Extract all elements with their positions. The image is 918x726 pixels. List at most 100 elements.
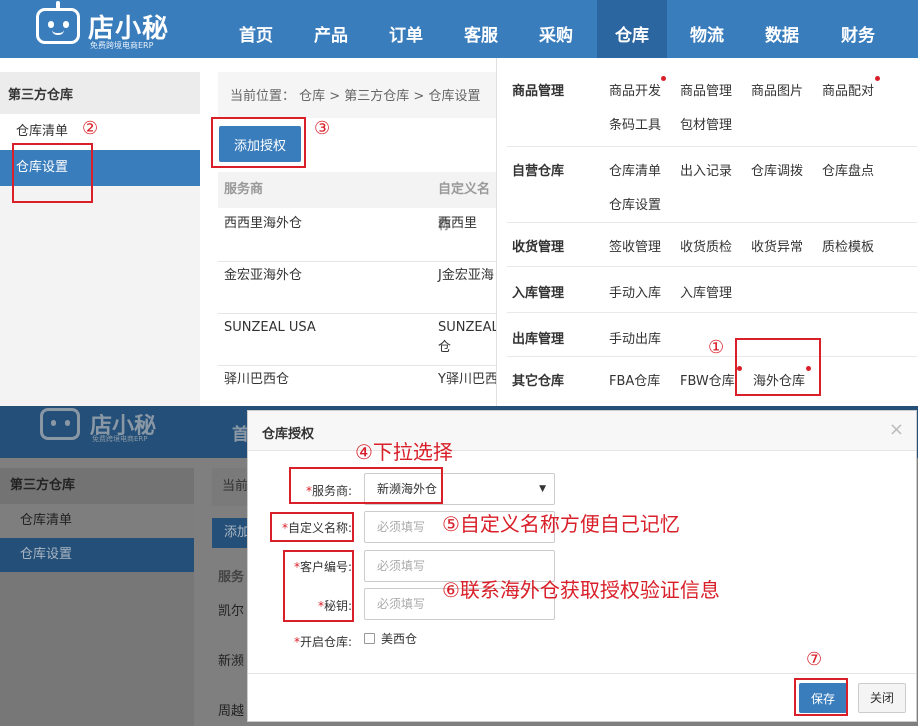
menu-item[interactable]: 商品图片: [751, 80, 803, 99]
highlight-box: [735, 338, 821, 396]
table-cell-partial: 新濒: [218, 654, 245, 669]
warehouse-dropdown-menu: 商品管理 商品开发 商品管理 商品图片 商品配对 条码工具 包材管理 自营仓库 …: [496, 58, 918, 406]
menu-item[interactable]: 仓库设置: [609, 194, 661, 213]
enable-warehouse-label: *开启仓库:: [293, 635, 352, 649]
menu-section-own-warehouse: 自营仓库: [512, 164, 565, 179]
table-cell: SUNZEAL: [438, 320, 499, 335]
annotation-step-5: ⑤自定义名称方便自己记忆: [442, 512, 680, 536]
robot-logo-icon[interactable]: [36, 1, 80, 44]
menu-item[interactable]: 出入记录: [680, 160, 732, 179]
annotation-step-2: ②: [82, 118, 99, 139]
menu-item[interactable]: 商品开发: [609, 80, 661, 99]
row-divider: [218, 365, 498, 366]
annotation-step-4: ④下拉选择: [355, 440, 453, 464]
menu-item[interactable]: 质检模板: [822, 236, 874, 255]
us-west-warehouse-checkbox[interactable]: [364, 633, 375, 644]
row-divider: [218, 313, 498, 314]
menu-section-other-warehouse: 其它仓库: [512, 374, 565, 389]
annotation-step-7: ⑦: [806, 649, 823, 670]
nav-purchase[interactable]: 采购: [526, 0, 586, 58]
table-header-partial: 服务: [218, 570, 245, 585]
logo-eye: [48, 21, 54, 28]
sidebar-item-warehouse-settings: 仓库设置: [0, 538, 194, 572]
menu-item[interactable]: 仓库清单: [609, 160, 661, 179]
menu-item[interactable]: 签收管理: [609, 236, 661, 255]
highlight-box: [12, 143, 93, 203]
logo-subtitle: 免费跨境电商ERP: [90, 41, 154, 50]
table-cell-partial: 凯尔: [218, 604, 245, 619]
annotation-step-1: ①: [708, 337, 725, 358]
menu-divider: [507, 266, 917, 267]
menu-divider: [507, 222, 917, 223]
red-dot-icon: [875, 76, 880, 81]
menu-section-inbound: 入库管理: [512, 286, 565, 301]
menu-section-receiving: 收货管理: [512, 240, 565, 255]
logo-eye: [63, 21, 69, 28]
red-dot-icon: [661, 76, 666, 81]
highlight-box: [289, 467, 443, 504]
close-icon[interactable]: ×: [889, 419, 904, 440]
sidebar: 第三方仓库 仓库清单 仓库设置: [0, 72, 200, 406]
logo-subtitle: 免费跨境电商ERP: [92, 435, 148, 443]
sidebar-title: 第三方仓库: [0, 468, 194, 504]
nav-products[interactable]: 产品: [301, 0, 361, 58]
table-cell: SUNZEAL USA: [224, 320, 316, 335]
table-cell: 驿川巴西仓: [224, 372, 290, 387]
close-button[interactable]: 关闭: [858, 683, 906, 713]
menu-item[interactable]: 条码工具: [609, 114, 661, 133]
menu-item[interactable]: 手动出库: [609, 328, 661, 347]
table-cell: 西西里海外仓: [224, 216, 303, 231]
menu-item[interactable]: 入库管理: [680, 282, 732, 301]
highlight-box: [270, 512, 354, 542]
nav-data[interactable]: 数据: [752, 0, 812, 58]
provider-table: 服务商 自定义名称 西西里海外仓 西西里 金宏亚海外仓 J金宏亚海 SUNZEA…: [218, 172, 499, 406]
menu-item[interactable]: 商品配对: [822, 80, 874, 99]
breadcrumb-partial: 当前: [212, 468, 252, 506]
menu-item[interactable]: 仓库调拨: [751, 160, 803, 179]
breadcrumb: 当前位置： 仓库 > 第三方仓库 > 仓库设置: [218, 72, 498, 118]
column-custom-name: 自定义名称: [438, 182, 491, 233]
menu-item[interactable]: 仓库盘点: [822, 160, 874, 179]
modal-footer-divider: [248, 673, 916, 674]
highlight-box: [283, 550, 354, 622]
robot-logo-icon: [40, 408, 80, 440]
menu-section-products: 商品管理: [512, 84, 565, 99]
menu-item[interactable]: FBW仓库: [680, 370, 735, 389]
sidebar-item-warehouse-list: 仓库清单: [0, 504, 194, 538]
table-cell: J金宏亚海: [438, 268, 494, 283]
menu-item[interactable]: FBA仓库: [609, 370, 660, 389]
menu-divider: [507, 312, 917, 313]
highlight-box: [211, 117, 306, 168]
table-cell: 金宏亚海外仓: [224, 268, 303, 283]
nav-home[interactable]: 首页: [226, 0, 286, 58]
us-west-warehouse-option: 美西仓: [381, 632, 418, 646]
annotation-step-6: ⑥联系海外仓获取授权验证信息: [442, 578, 720, 602]
nav-warehouse[interactable]: 仓库: [597, 0, 667, 58]
menu-item[interactable]: 包材管理: [680, 114, 732, 133]
menu-item[interactable]: 手动入库: [609, 282, 661, 301]
menu-item[interactable]: 商品管理: [680, 80, 732, 99]
nav-orders[interactable]: 订单: [376, 0, 436, 58]
menu-item[interactable]: 收货质检: [680, 236, 732, 255]
table-cell: 西西里: [438, 216, 478, 231]
column-provider: 服务商: [224, 182, 264, 197]
modal-header: 仓库授权 ×: [248, 411, 916, 451]
highlight-box: [794, 678, 848, 716]
annotation-step-3: ③: [314, 118, 331, 139]
menu-section-outbound: 出库管理: [512, 332, 565, 347]
table-cell: 仓: [438, 340, 452, 355]
add-button-partial: 添加: [212, 518, 252, 548]
row-divider: [218, 261, 498, 262]
logo-eye: [51, 420, 56, 426]
nav-service[interactable]: 客服: [451, 0, 511, 58]
menu-divider: [507, 146, 917, 147]
nav-finance[interactable]: 财务: [828, 0, 888, 58]
menu-item[interactable]: 收货异常: [751, 236, 803, 255]
caret-down-icon: ▼: [539, 484, 546, 494]
modal-title: 仓库授权: [262, 427, 315, 442]
table-cell: Y驿川巴西: [438, 372, 498, 387]
nav-logistics[interactable]: 物流: [677, 0, 737, 58]
table-cell-partial: 周越: [218, 704, 245, 719]
sidebar-title: 第三方仓库: [0, 72, 200, 114]
logo-eye: [65, 420, 70, 426]
